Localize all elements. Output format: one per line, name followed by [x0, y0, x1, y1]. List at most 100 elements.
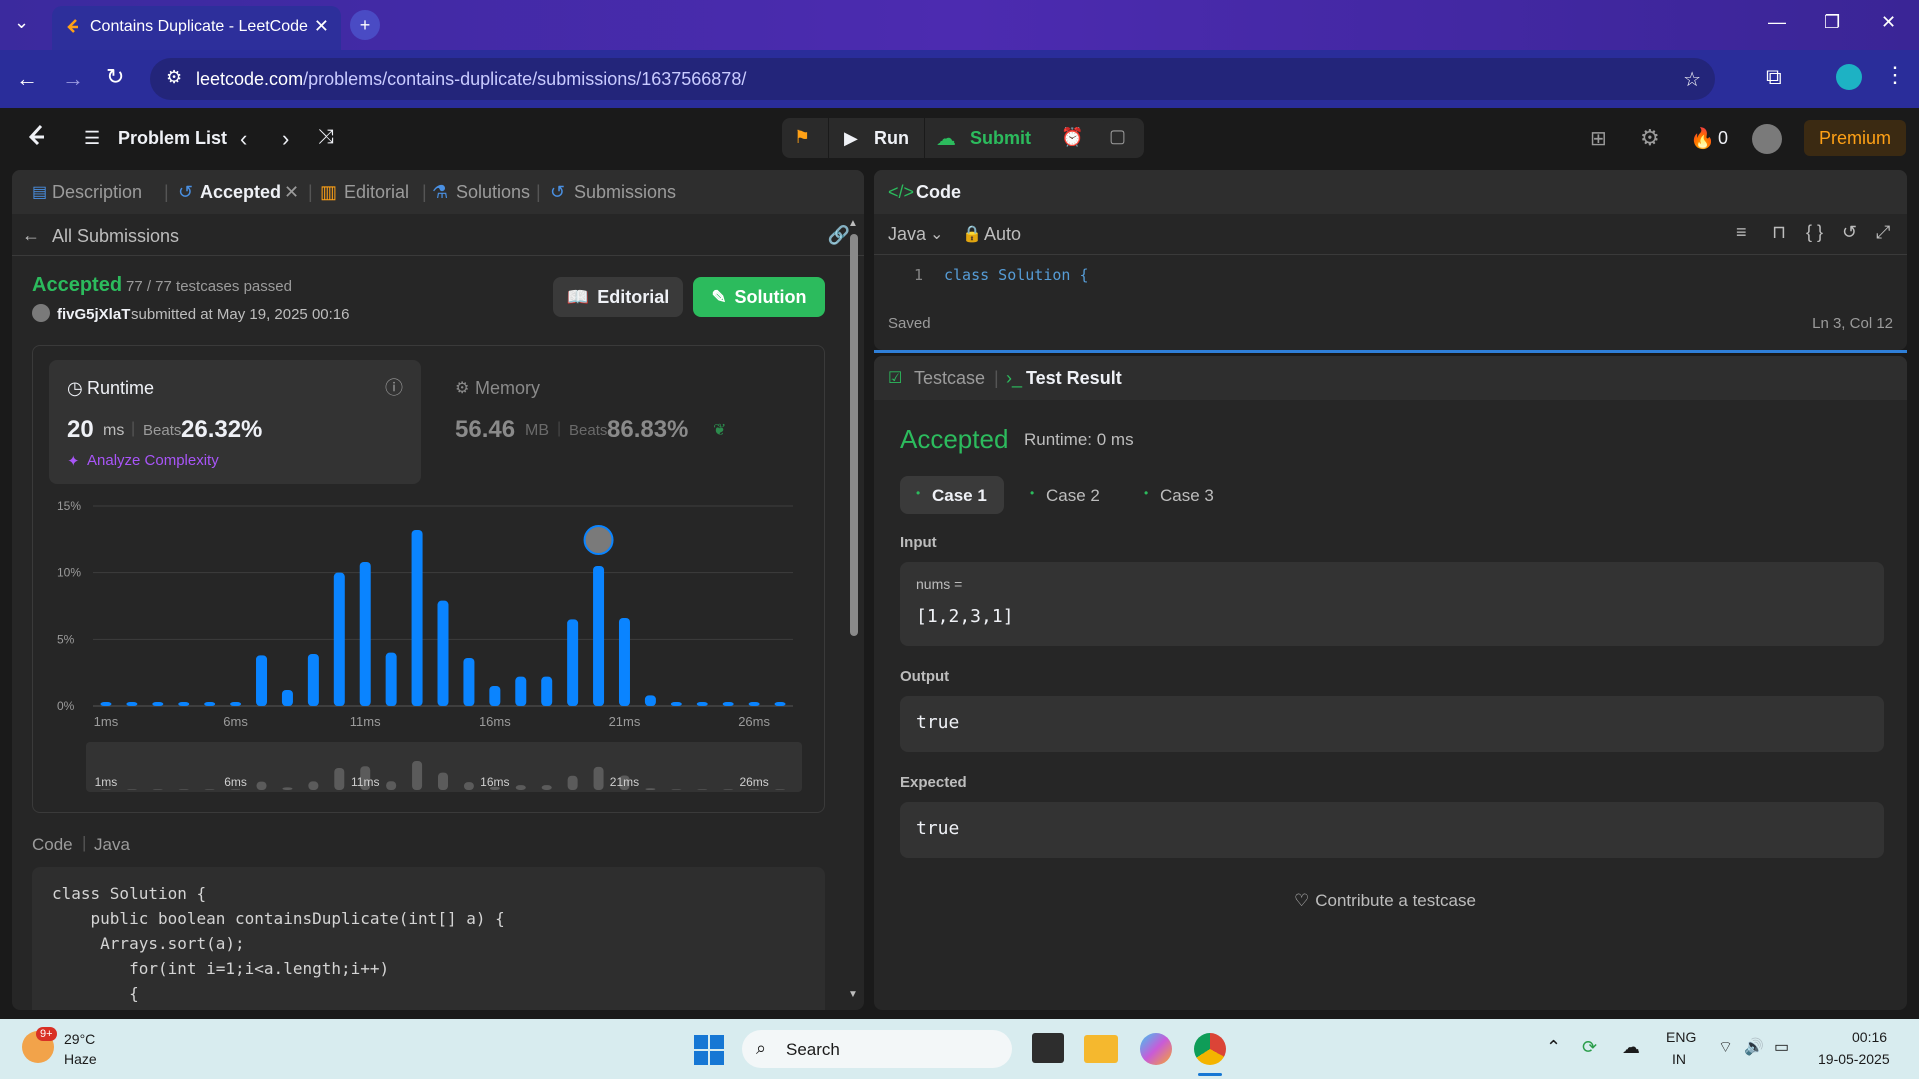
tab-solutions[interactable]: Solutions: [456, 182, 530, 203]
battery-icon[interactable]: ▭: [1774, 1037, 1789, 1057]
submission-nav: ← All Submissions 🔗: [12, 214, 864, 256]
solution-button[interactable]: ✎ Solution: [693, 277, 825, 317]
minimize-icon[interactable]: —: [1768, 12, 1786, 33]
volume-icon[interactable]: 🔊: [1744, 1037, 1764, 1057]
chart-bar: [593, 566, 605, 706]
tab-accepted[interactable]: Accepted: [200, 182, 281, 203]
back-icon[interactable]: ←: [16, 66, 38, 92]
next-problem-icon[interactable]: ›: [282, 126, 289, 152]
bookmark-icon[interactable]: ⊓: [1772, 222, 1786, 243]
contribute-testcase-link[interactable]: ♡ Contribute a testcase: [1294, 886, 1476, 916]
tab-editorial[interactable]: Editorial: [344, 182, 409, 203]
submitter-name[interactable]: fivG5jXlaT: [57, 306, 130, 323]
submit-button[interactable]: Submit: [970, 128, 1031, 149]
editor-code-line[interactable]: class Solution {: [944, 266, 1089, 284]
reload-icon[interactable]: ↻: [106, 64, 124, 90]
browser-menu-icon[interactable]: ⋮: [1884, 62, 1906, 88]
problem-list-link[interactable]: Problem List: [118, 128, 227, 149]
sync-icon[interactable]: ⟳: [1582, 1037, 1597, 1058]
windows-start-icon[interactable]: [694, 1035, 724, 1065]
back-arrow-icon[interactable]: ←: [22, 225, 40, 246]
overview-bar: [230, 789, 241, 790]
streak-fire-icon[interactable]: 🔥: [1690, 126, 1715, 151]
editorial-button[interactable]: 📖 Editorial: [553, 277, 683, 317]
runtime-distribution-chart[interactable]: 15% 10% 5% 0% 1ms 6ms 11ms 16ms 21ms 26ms 1ms 6ms 11…: [33, 346, 826, 812]
settings-gear-icon[interactable]: ⚙: [1640, 125, 1660, 151]
x-tick-label: 16ms: [479, 714, 511, 729]
window-close-icon[interactable]: ✕: [1881, 12, 1896, 33]
line-number: 1: [914, 266, 924, 284]
resize-divider[interactable]: [874, 350, 1907, 353]
auto-mode[interactable]: Auto: [984, 224, 1021, 245]
file-explorer-icon[interactable]: [1084, 1035, 1118, 1063]
address-bar[interactable]: ⚙ leetcode.com/problems/contains-duplica…: [150, 58, 1715, 100]
restore-icon[interactable]: ❐: [1824, 12, 1840, 33]
copilot-icon[interactable]: [1140, 1033, 1172, 1065]
case-2-tab[interactable]: • Case 2: [1014, 476, 1118, 514]
list-icon[interactable]: ☰: [84, 128, 100, 149]
close-accepted-tab-icon[interactable]: ✕: [284, 182, 299, 203]
editor-title[interactable]: Code: [916, 182, 961, 203]
chevron-down-icon[interactable]: ⌄: [930, 224, 943, 244]
run-icon: ▶: [844, 128, 858, 148]
left-panel-tabs: ▤ Description | ↺ Accepted ✕ | ▥ Editori…: [12, 170, 864, 214]
run-button[interactable]: Run: [874, 128, 909, 149]
chart-bar: [437, 600, 449, 706]
extensions-icon[interactable]: ⧉: [1766, 64, 1782, 90]
forward-icon[interactable]: →: [62, 66, 84, 92]
case-1-tab[interactable]: • Case 1: [900, 476, 1004, 514]
wifi-icon[interactable]: ⌔: [1718, 1037, 1733, 1057]
all-submissions-link[interactable]: All Submissions: [52, 226, 179, 247]
expand-icon[interactable]: ⤢: [1876, 222, 1890, 243]
browser-tab[interactable]: Contains Duplicate - LeetCode ✕: [52, 6, 341, 50]
onedrive-cloud-icon[interactable]: ☁: [1622, 1037, 1640, 1058]
profile-avatar[interactable]: [1836, 64, 1862, 90]
chrome-taskbar-icon[interactable]: [1194, 1033, 1226, 1065]
expected-label: Expected: [900, 774, 967, 791]
edit-icon: ✎: [711, 286, 727, 307]
code-language: Java: [94, 835, 130, 854]
shuffle-icon[interactable]: ⤨: [318, 126, 334, 149]
tray-chevron-up-icon[interactable]: ⌃: [1546, 1037, 1561, 1058]
tab-close-icon[interactable]: ✕: [314, 16, 329, 37]
submitter-avatar: [32, 304, 50, 322]
notes-button[interactable]: ▢: [1100, 120, 1136, 156]
timer-button[interactable]: ⏰: [1052, 120, 1088, 156]
chart-bar: [307, 654, 319, 706]
reset-icon[interactable]: ↺: [1842, 222, 1857, 243]
chart-bar: [152, 702, 164, 706]
chart-bar: [696, 702, 708, 706]
taskbar-search-box[interactable]: ⌕ Search: [742, 1030, 1012, 1068]
tab-search-icon[interactable]: ⌄: [14, 12, 29, 33]
tab-description[interactable]: Description: [52, 182, 142, 203]
format-icon[interactable]: ≡: [1736, 222, 1747, 243]
premium-button[interactable]: Premium: [1804, 120, 1906, 156]
browser-navbar: ← → ↻ ⚙ leetcode.com/problems/contains-d…: [0, 50, 1919, 108]
site-info-icon[interactable]: ⚙: [166, 67, 182, 88]
bookmark-star-icon[interactable]: ☆: [1683, 67, 1701, 92]
chart-bar: [178, 702, 190, 706]
layout-icon[interactable]: ⊞: [1590, 126, 1607, 151]
language-select[interactable]: Java: [888, 224, 926, 245]
tab-submissions[interactable]: Submissions: [574, 182, 676, 203]
task-view-icon[interactable]: [1032, 1033, 1064, 1063]
case-3-tab[interactable]: • Case 3: [1128, 476, 1232, 514]
braces-icon[interactable]: { }: [1806, 222, 1823, 243]
left-panel-scrollbar[interactable]: ▲ ▼: [848, 218, 858, 1000]
cursor-position: Ln 3, Col 12: [1812, 315, 1893, 332]
weather-temp[interactable]: 29°C: [64, 1031, 95, 1047]
user-avatar[interactable]: [1752, 124, 1782, 154]
new-tab-button[interactable]: +: [350, 10, 380, 40]
tab-testcase[interactable]: Testcase: [914, 368, 985, 389]
leetcode-logo-icon[interactable]: [26, 124, 50, 152]
prev-problem-icon[interactable]: ‹: [240, 126, 247, 152]
clock-time[interactable]: 00:16: [1852, 1029, 1887, 1045]
overview-bar: [463, 782, 474, 790]
scrollbar-thumb[interactable]: [850, 234, 858, 636]
language-eng[interactable]: ENG: [1666, 1029, 1696, 1045]
share-link-icon[interactable]: 🔗: [828, 225, 850, 246]
chart-bar: [618, 618, 630, 706]
overview-bar: [438, 772, 448, 790]
debug-icon[interactable]: ⚑: [794, 127, 810, 148]
tab-test-result[interactable]: Test Result: [1026, 368, 1122, 389]
